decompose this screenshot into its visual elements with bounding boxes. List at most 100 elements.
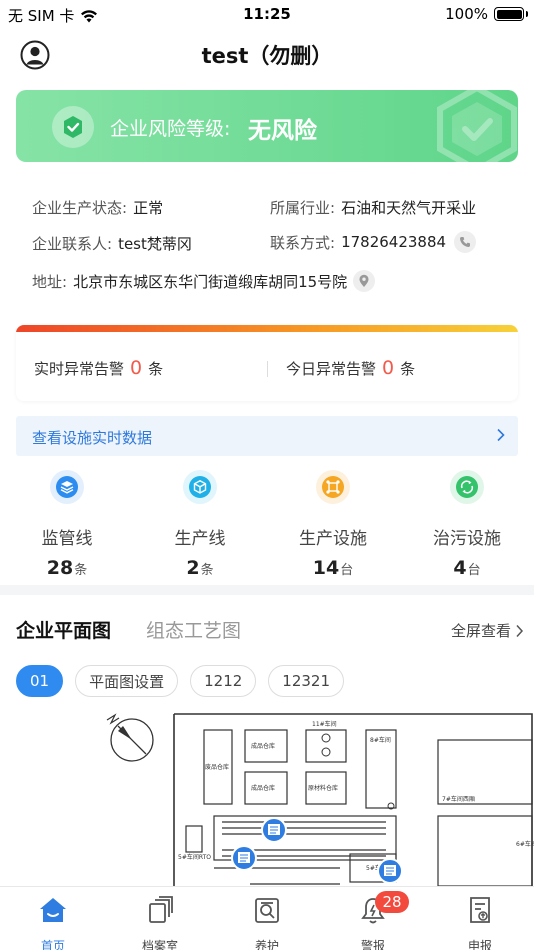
tab-label: 申报 — [467, 939, 492, 950]
stat-production-facility[interactable]: 生产设施 14台 — [273, 464, 393, 579]
stat-unit: 台 — [467, 563, 481, 578]
location-button[interactable] — [353, 270, 376, 292]
view-realtime-data-link[interactable]: 查看设施实时数据 — [16, 416, 518, 456]
risk-level-label: 企业风险等级: — [110, 118, 231, 140]
today-alarm-count: 0 — [382, 357, 395, 379]
address-label: 地址: — [32, 272, 68, 291]
tab-archive[interactable]: 档案室 — [120, 895, 200, 950]
risk-level-card[interactable]: 企业风险等级: 无风险 — [16, 90, 518, 162]
industry-row: 所属行业: 石油和天然气开采业 — [270, 197, 476, 218]
stat-count-group: 2条 — [140, 557, 260, 579]
realtime-link-label: 查看设施实时数据 — [32, 429, 153, 447]
floor-label-workshop5a: 5#车间RTO — [178, 853, 211, 861]
floor-label-waste: 废品仓库 — [205, 763, 229, 771]
phone-label: 联系方式: — [270, 233, 336, 252]
tab-process-diagram[interactable]: 组态工艺图 — [146, 616, 241, 643]
nav-bar: test（勿删） — [0, 32, 534, 76]
stat-unit: 条 — [200, 563, 214, 578]
stat-label: 生产设施 — [299, 529, 367, 549]
floor-label-material: 原材料仓库 — [308, 784, 338, 792]
industry-label: 所属行业: — [270, 199, 336, 217]
facility-stats: 监管线 28条 生产线 2条 生产设施 14台 治污设施 4台 — [0, 464, 534, 582]
stat-pollution-facility[interactable]: 治污设施 4台 — [407, 464, 527, 579]
floor-label-workshop8: 8#车间 — [370, 736, 391, 744]
chip-floor-1212[interactable]: 1212 — [190, 665, 257, 697]
realtime-alarm-count: 0 — [130, 357, 143, 379]
realtime-alarm-unit: 条 — [148, 360, 164, 378]
status-bar: 无 SIM 卡 11:25 100% — [0, 0, 534, 30]
phone-value[interactable]: 17826423884 — [341, 233, 446, 251]
tab-maintenance[interactable]: 养护 — [227, 895, 307, 950]
realtime-alarm-label: 实时异常告警 — [34, 360, 125, 378]
chip-floor-settings[interactable]: 平面图设置 — [75, 665, 179, 697]
production-status-row: 企业生产状态: 正常 — [32, 197, 163, 218]
shield-check-icon — [52, 106, 94, 148]
battery-group: 100% — [445, 5, 528, 23]
stat-label: 治污设施 — [433, 529, 501, 549]
tab-label: 警报 — [360, 939, 385, 950]
stat-count: 28 — [46, 557, 74, 579]
report-icon — [470, 897, 490, 923]
floor-plan-map[interactable]: 11#车间 成品仓库 成品仓库 废品仓库 原材料仓库 8#车间 7#车间西厢 6… — [100, 708, 534, 886]
production-status-value: 正常 — [133, 199, 164, 217]
layers-icon — [50, 470, 84, 504]
stat-supervision-line[interactable]: 监管线 28条 — [7, 464, 127, 579]
contact-label: 企业联系人: — [32, 235, 113, 253]
floor-label-workshop7: 7#车间西厢 — [442, 795, 475, 803]
contact-value: test梵蒂冈 — [118, 235, 192, 253]
floor-label-product1: 成品仓库 — [251, 742, 275, 750]
today-alarm: 今日异常告警 0 条 — [286, 357, 415, 379]
battery-icon — [494, 7, 528, 21]
tab-home[interactable]: 首页 — [13, 895, 93, 950]
home-icon — [40, 898, 66, 922]
recycle-icon — [450, 470, 484, 504]
address-row: 地址: 北京市东城区东华门街道缎库胡同15号院 — [32, 270, 376, 292]
today-alarm-label: 今日异常告警 — [286, 360, 377, 378]
tab-label: 档案室 — [141, 939, 178, 950]
alarm-count-badge: 28 — [375, 891, 409, 913]
fullscreen-label: 全屏查看 — [450, 622, 511, 640]
bottom-tab-bar: 首页 档案室 养护 28 警报 申报 — [0, 886, 534, 950]
plan-tabs: 企业平面图 组态工艺图 全屏查看 — [0, 610, 534, 650]
risk-level-value: 无风险 — [248, 118, 317, 144]
tab-report[interactable]: 申报 — [440, 895, 520, 950]
tab-alarm[interactable]: 28 警报 — [333, 891, 413, 950]
device-marker-1[interactable] — [261, 817, 287, 843]
alarm-divider — [267, 361, 268, 377]
tab-label: 养护 — [254, 939, 279, 950]
address-value: 北京市东城区东华门街道缎库胡同15号院 — [73, 272, 348, 291]
section-divider — [0, 585, 534, 595]
alarm-summary-card[interactable]: 实时异常告警 0 条 今日异常告警 0 条 — [16, 325, 518, 401]
battery-percent: 100% — [445, 5, 488, 23]
tab-floor-plan[interactable]: 企业平面图 — [16, 616, 111, 643]
maintenance-icon — [255, 898, 279, 923]
stat-production-line[interactable]: 生产线 2条 — [140, 464, 260, 579]
chevron-right-icon — [497, 428, 505, 442]
phone-call-button[interactable] — [454, 231, 477, 253]
shield-watermark-icon — [437, 90, 517, 162]
tab-label: 首页 — [40, 939, 65, 950]
stat-label: 监管线 — [41, 529, 93, 549]
phone-icon — [460, 237, 471, 247]
realtime-alarm: 实时异常告警 0 条 — [34, 357, 163, 379]
floor-label-workshop6: 6#车间 — [516, 840, 534, 848]
fullscreen-button[interactable]: 全屏查看 — [451, 620, 524, 641]
chip-floor-12321[interactable]: 12321 — [268, 665, 345, 697]
enterprise-info-card: 企业生产状态: 正常 所属行业: 石油和天然气开采业 企业联系人: test梵蒂… — [16, 180, 518, 310]
device-marker-2[interactable] — [231, 845, 257, 871]
phone-row: 联系方式: 17826423884 — [270, 231, 477, 253]
today-alarm-unit: 条 — [400, 360, 416, 378]
chip-floor-01[interactable]: 01 — [16, 665, 64, 697]
stat-unit: 条 — [74, 563, 88, 578]
stat-count: 2 — [186, 557, 200, 579]
archive-icon — [149, 896, 173, 923]
cube-icon — [183, 470, 217, 504]
stat-count-group: 4台 — [407, 557, 527, 579]
stat-label: 生产线 — [174, 529, 226, 549]
production-status-label: 企业生产状态: — [32, 199, 128, 217]
stat-count-group: 14台 — [273, 557, 393, 579]
stat-count: 14 — [312, 557, 340, 579]
stat-count: 4 — [453, 557, 467, 579]
page-title: test（勿删） — [201, 44, 333, 68]
device-marker-3[interactable] — [377, 858, 403, 884]
